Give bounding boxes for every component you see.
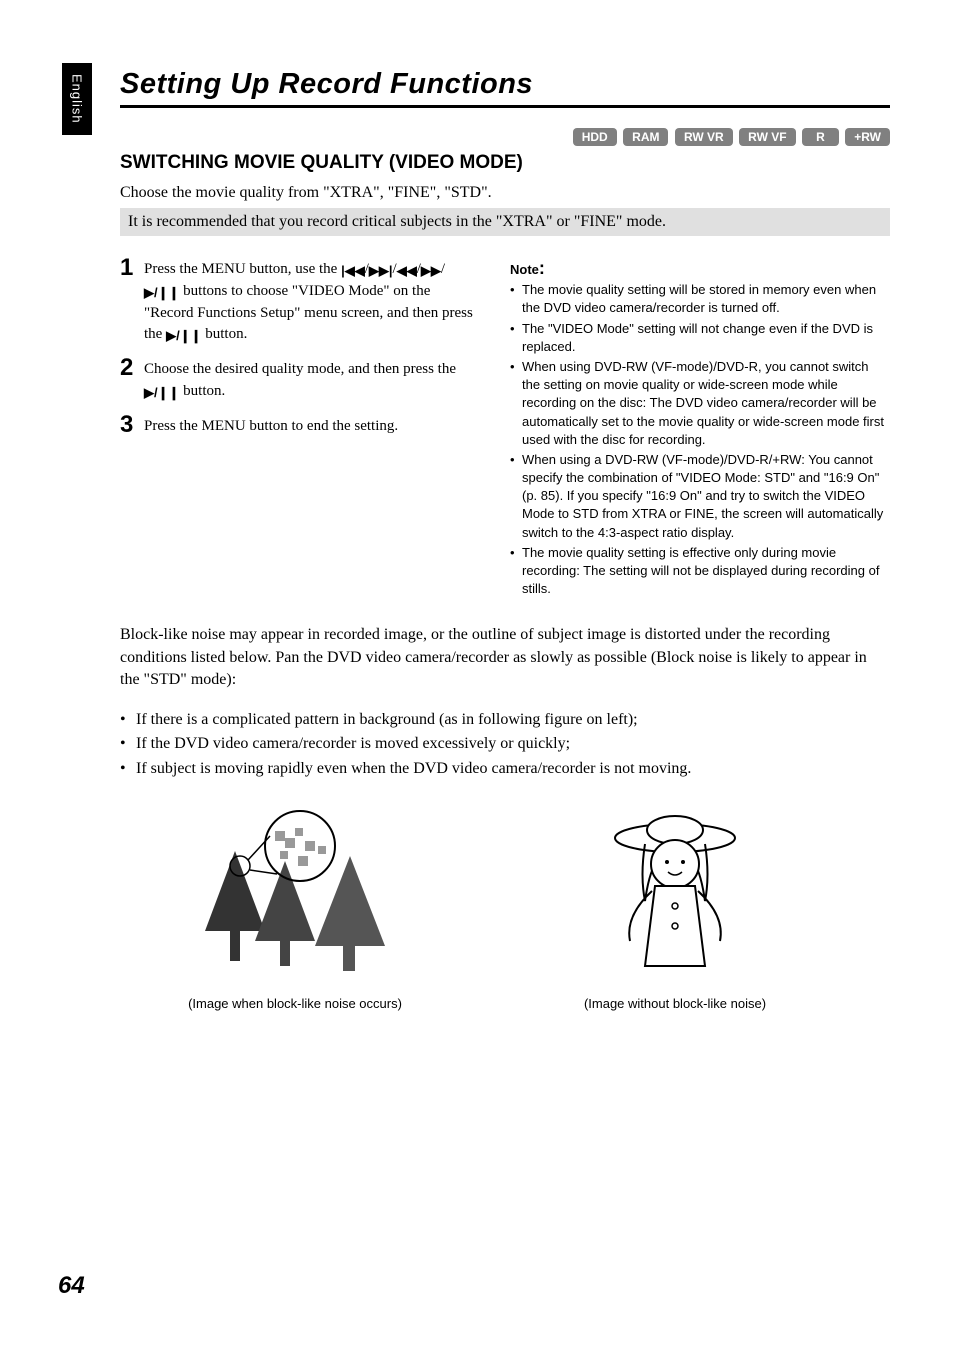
notes-column: Note: The movie quality setting will be … <box>510 256 890 600</box>
step-1: 1 Press the MENU button, use the |◀◀/▶▶|… <box>120 256 480 346</box>
caption-left: (Image when block-like noise occurs) <box>180 996 410 1011</box>
badge-rwvf: RW VF <box>739 128 795 146</box>
play-pause-icon: ▶/❙❙ <box>144 384 179 403</box>
step-3: 3 Press the MENU button to end the setti… <box>120 413 480 438</box>
note-item: The movie quality setting will be stored… <box>510 281 890 317</box>
step-2: 2 Choose the desired quality mode, and t… <box>120 356 480 403</box>
media-badges: HDD RAM RW VR RW VF R +RW <box>120 128 890 146</box>
play-pause-icon: ▶/❙❙ <box>166 327 201 346</box>
condition-item: If subject is moving rapidly even when t… <box>120 757 890 782</box>
ffwd-icon: ▶▶ <box>421 262 441 281</box>
caption-right: (Image without block-like noise) <box>560 996 790 1011</box>
page-number: 64 <box>58 1272 85 1300</box>
badge-r: R <box>802 128 839 146</box>
section-heading: SWITCHING MOVIE QUALITY (VIDEO MODE) <box>120 152 890 174</box>
colon: : <box>539 258 545 278</box>
title-underline <box>120 105 890 108</box>
play-pause-icon: ▶/❙❙ <box>144 284 179 303</box>
images-row: (Image when block-like noise occurs) <box>180 806 890 1011</box>
step-number: 3 <box>120 413 144 437</box>
note-item: The movie quality setting is effective o… <box>510 544 890 599</box>
step-body: Choose the desired quality mode, and the… <box>144 356 480 403</box>
image-left: (Image when block-like noise occurs) <box>180 806 410 1011</box>
note-item: When using a DVD-RW (VF-mode)/DVD-R/+RW:… <box>510 451 890 542</box>
step-text: Choose the desired quality mode, and the… <box>144 361 456 377</box>
step-number: 1 <box>120 256 144 280</box>
condition-item: If the DVD video camera/recorder is move… <box>120 732 890 757</box>
recommendation-callout: It is recommended that you record critic… <box>120 208 890 236</box>
step-text: Press the MENU button, use the <box>144 261 341 277</box>
badge-plusrw: +RW <box>845 128 890 146</box>
step-body: Press the MENU button to end the setting… <box>144 413 480 438</box>
note-heading: Note: <box>510 256 890 281</box>
page-content: Setting Up Record Functions HDD RAM RW V… <box>120 68 890 1011</box>
block-noise-text: Block-like noise may appear in recorded … <box>120 624 890 691</box>
step-text: Press the MENU button to end the setting… <box>144 418 398 434</box>
conditions-list: If there is a complicated pattern in bac… <box>120 708 890 782</box>
block-noise-illustration <box>180 806 410 986</box>
step-text: button. <box>201 326 247 342</box>
step-body: Press the MENU button, use the |◀◀/▶▶|/◀… <box>144 256 480 346</box>
step-number: 2 <box>120 356 144 380</box>
skip-back-icon: |◀◀ <box>341 262 365 281</box>
condition-item: If there is a complicated pattern in bac… <box>120 708 890 733</box>
notes-list: The movie quality setting will be stored… <box>510 281 890 598</box>
badge-hdd: HDD <box>573 128 617 146</box>
page-title: Setting Up Record Functions <box>120 68 890 101</box>
rewind-icon: ◀◀ <box>397 262 417 281</box>
intro-text: Choose the movie quality from "XTRA", "F… <box>120 184 890 202</box>
badge-rwvr: RW VR <box>675 128 733 146</box>
step-text: button. <box>179 383 225 399</box>
clean-illustration <box>560 806 790 986</box>
image-right: (Image without block-like noise) <box>560 806 790 1011</box>
skip-fwd-icon: ▶▶| <box>369 262 393 281</box>
note-label: Note <box>510 262 539 277</box>
steps-column: 1 Press the MENU button, use the |◀◀/▶▶|… <box>120 256 480 600</box>
note-item: When using DVD-RW (VF-mode)/DVD-R, you c… <box>510 358 890 449</box>
language-tab: English <box>62 63 92 135</box>
two-column-layout: 1 Press the MENU button, use the |◀◀/▶▶|… <box>120 256 890 600</box>
badge-ram: RAM <box>623 128 668 146</box>
note-item: The "VIDEO Mode" setting will not change… <box>510 320 890 356</box>
